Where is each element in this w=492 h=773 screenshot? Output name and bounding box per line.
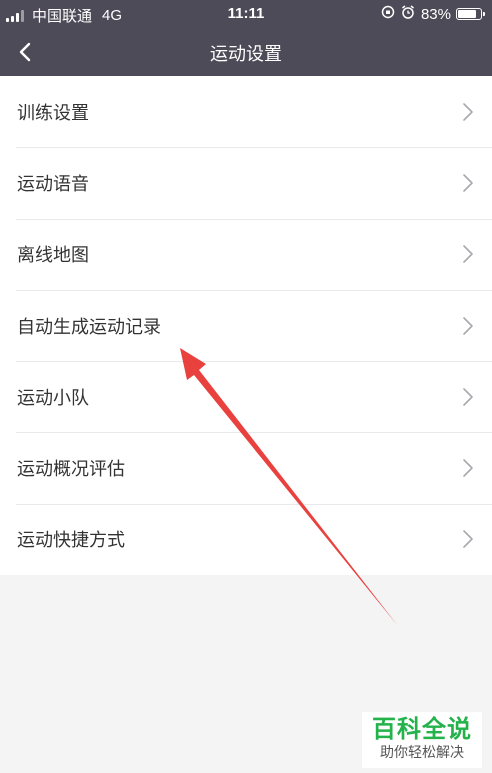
menu-item-auto-generate-record[interactable]: 自动生成运动记录 [0,289,492,361]
chevron-right-icon [463,459,473,477]
watermark-subtitle: 助你轻松解决 [380,745,464,761]
menu-item-exercise-overview[interactable]: 运动概况评估 [0,432,492,503]
menu-item-label: 运动概况评估 [17,459,125,481]
menu-item-label: 运动快捷方式 [17,530,125,552]
menu-item-training-settings[interactable]: 训练设置 [0,76,492,147]
menu-item-exercise-voice[interactable]: 运动语音 [0,147,492,218]
chevron-right-icon [463,316,473,335]
alarm-icon [401,5,415,23]
menu-item-label: 训练设置 [17,102,89,124]
battery-level-fill [458,10,477,18]
menu-item-exercise-shortcut[interactable]: 运动快捷方式 [0,503,492,575]
orientation-lock-icon [381,5,395,23]
menu-item-label: 离线地图 [17,245,89,267]
chevron-right-icon [463,530,473,549]
chevron-right-icon [463,102,473,121]
chevron-right-icon [463,174,473,192]
status-right: 83% [381,5,485,23]
chevron-right-icon [463,388,473,406]
watermark: 百科全说 助你轻松解决 [362,712,482,768]
status-bar: 中国联通 4G 11:11 83% [0,0,492,28]
chevron-right-icon [463,245,473,264]
battery-percent: 83% [420,5,451,23]
page-title: 运动设置 [210,44,282,65]
watermark-title: 百科全说 [372,715,472,743]
menu-item-exercise-team[interactable]: 运动小队 [0,361,492,432]
menu-item-label: 自动生成运动记录 [17,316,161,338]
nav-bar: 运动设置 [0,28,492,76]
menu-item-offline-map[interactable]: 离线地图 [0,218,492,290]
settings-menu: 训练设置 运动语音 离线地图 自动生成运动记录 运动小队 运动概况评估 运动快捷… [0,76,492,576]
menu-item-label: 运动小队 [17,387,89,409]
battery-icon [456,8,485,20]
menu-item-label: 运动语音 [17,173,89,195]
